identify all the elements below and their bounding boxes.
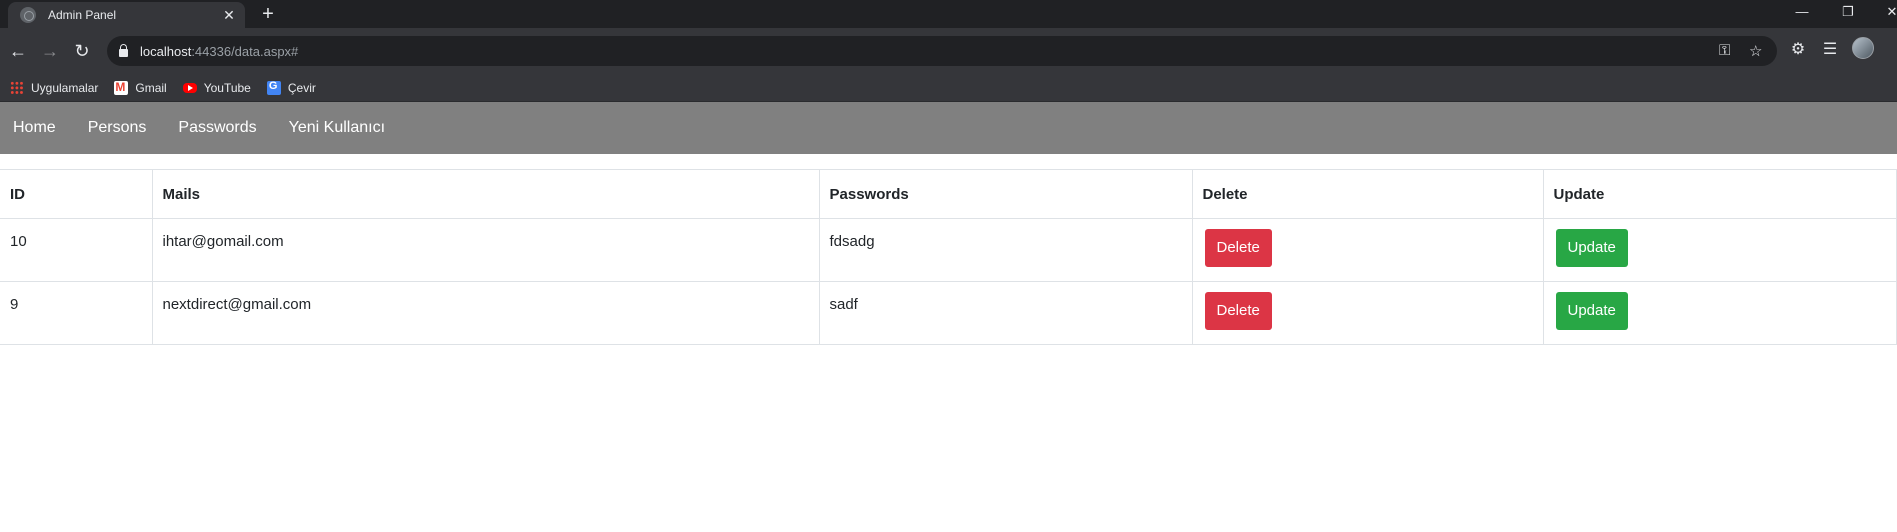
bookmark-gmail[interactable]: Gmail xyxy=(114,80,167,95)
back-arrow-icon[interactable]: ← xyxy=(6,39,30,63)
apps-grid-icon xyxy=(10,80,24,95)
users-table: ID Mails Passwords Delete Update 10 ihta… xyxy=(0,169,1897,345)
column-header-passwords: Passwords xyxy=(819,169,1193,219)
table-header-row: ID Mails Passwords Delete Update xyxy=(0,169,1897,219)
youtube-icon xyxy=(182,82,197,93)
forward-arrow-icon[interactable]: → xyxy=(38,39,62,63)
url-path: :44336/data.aspx# xyxy=(191,43,299,59)
bookmarks-bar: Uygulamalar Gmail YouTube Çevir xyxy=(0,74,1897,102)
web-page: Home Persons Passwords Yeni Kullanıcı ID… xyxy=(0,102,1897,532)
delete-button[interactable]: Delete xyxy=(1204,292,1272,330)
browser-tab-strip: Admin Panel ✕ + — ❐ ✕ xyxy=(0,0,1897,28)
profile-avatar[interactable] xyxy=(1852,37,1874,59)
bookmark-translate[interactable]: Çevir xyxy=(266,80,316,95)
address-bar[interactable]: localhost:44336/data.aspx# ⚿ ☆ xyxy=(107,36,1777,66)
delete-button[interactable]: Delete xyxy=(1204,229,1272,267)
cell-delete: Delete xyxy=(1192,218,1544,282)
nav-link-persons[interactable]: Persons xyxy=(88,119,147,137)
restore-icon[interactable]: ❐ xyxy=(1838,4,1858,20)
table-row: 10 ihtar@gomail.com fdsadg Delete Update xyxy=(0,218,1897,282)
extensions-icon[interactable]: ⚙ xyxy=(1787,39,1809,59)
update-button[interactable]: Update xyxy=(1555,229,1628,267)
translate-icon xyxy=(266,80,281,95)
reload-icon[interactable]: ↻ xyxy=(70,39,94,63)
cell-id: 9 xyxy=(0,281,153,345)
cell-update: Update xyxy=(1543,218,1897,282)
bookmark-label: Uygulamalar xyxy=(31,80,99,95)
gmail-icon xyxy=(114,80,129,95)
cell-mail: nextdirect@gmail.com xyxy=(152,281,820,345)
bookmark-apps[interactable]: Uygulamalar xyxy=(10,80,99,95)
tab-close-icon[interactable]: ✕ xyxy=(221,7,237,24)
cell-mail: ihtar@gomail.com xyxy=(152,218,820,282)
site-navbar: Home Persons Passwords Yeni Kullanıcı xyxy=(0,102,1897,154)
cell-update: Update xyxy=(1543,281,1897,345)
new-tab-button[interactable]: + xyxy=(257,3,279,25)
url-host: localhost xyxy=(140,43,192,59)
column-header-update: Update xyxy=(1543,169,1897,219)
browser-tab[interactable]: Admin Panel ✕ xyxy=(8,2,245,28)
nav-link-passwords[interactable]: Passwords xyxy=(178,119,256,137)
update-button[interactable]: Update xyxy=(1555,292,1628,330)
key-icon[interactable]: ⚿ xyxy=(1719,42,1730,59)
table-row: 9 nextdirect@gmail.com sadf Delete Updat… xyxy=(0,281,1897,345)
minimize-icon[interactable]: — xyxy=(1792,4,1812,19)
column-header-delete: Delete xyxy=(1192,169,1544,219)
url-text[interactable]: localhost:44336/data.aspx# xyxy=(140,44,298,59)
lock-icon[interactable] xyxy=(119,44,128,57)
cell-delete: Delete xyxy=(1192,281,1544,345)
cell-password: sadf xyxy=(819,281,1193,345)
browser-toolbar: ← → ↻ localhost:44336/data.aspx# ⚿ ☆ ⚙ ☰ xyxy=(0,28,1897,74)
bookmark-label: Gmail xyxy=(135,80,167,95)
star-icon[interactable]: ☆ xyxy=(1749,42,1762,60)
bookmark-label: YouTube xyxy=(203,80,251,95)
tab-title: Admin Panel xyxy=(48,8,117,22)
window-close-icon[interactable]: ✕ xyxy=(1882,4,1897,20)
nav-link-home[interactable]: Home xyxy=(13,119,56,137)
bookmark-label: Çevir xyxy=(287,80,316,95)
column-header-id: ID xyxy=(0,169,153,219)
media-queue-icon[interactable]: ☰ xyxy=(1819,39,1841,59)
cell-id: 10 xyxy=(0,218,153,282)
bookmark-youtube[interactable]: YouTube xyxy=(182,80,251,95)
column-header-mails: Mails xyxy=(152,169,820,219)
cell-password: fdsadg xyxy=(819,218,1193,282)
nav-link-new-user[interactable]: Yeni Kullanıcı xyxy=(289,119,385,137)
globe-icon xyxy=(20,7,36,23)
